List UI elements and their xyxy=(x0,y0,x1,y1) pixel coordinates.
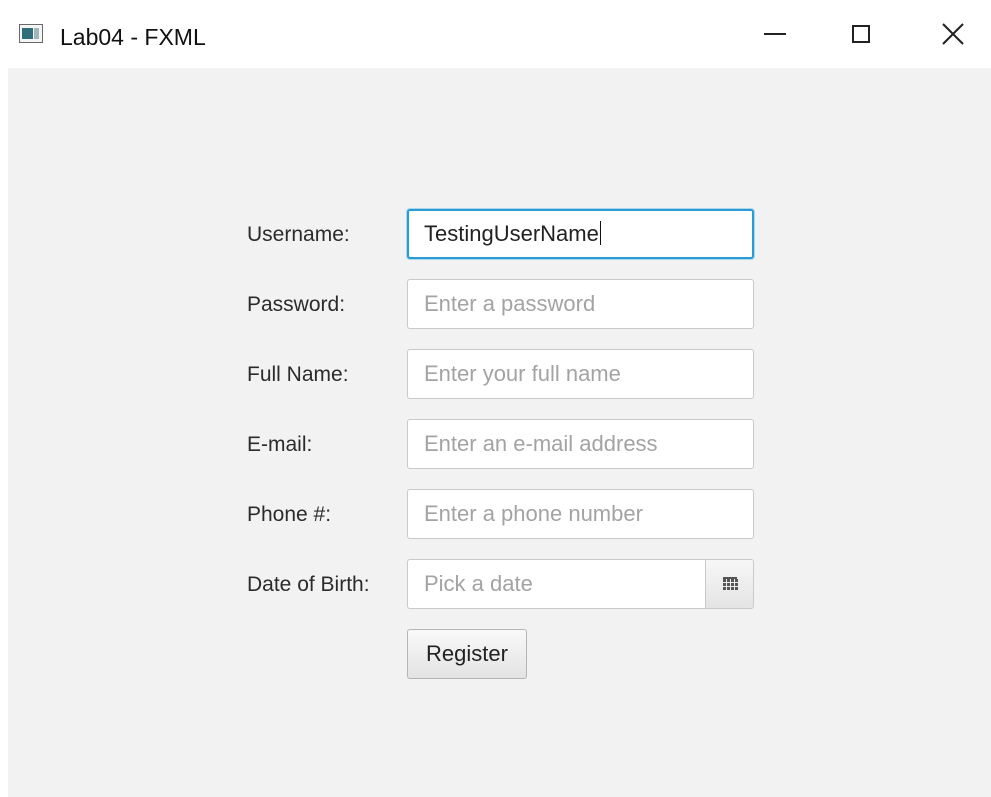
calendar-icon xyxy=(722,577,738,591)
maximize-button[interactable] xyxy=(815,0,907,68)
full-name-label: Full Name: xyxy=(247,363,349,386)
password-field[interactable]: Enter a password xyxy=(407,279,754,329)
minimize-icon xyxy=(764,33,786,35)
password-placeholder: Enter a password xyxy=(424,291,596,316)
date-of-birth-picker[interactable]: Pick a date xyxy=(407,559,754,609)
date-of-birth-label: Date of Birth: xyxy=(247,573,370,596)
phone-placeholder: Enter a phone number xyxy=(424,501,643,526)
register-button[interactable]: Register xyxy=(407,629,527,679)
full-name-field[interactable]: Enter your full name xyxy=(407,349,754,399)
date-of-birth-input[interactable]: Pick a date xyxy=(408,560,706,608)
full-name-placeholder: Enter your full name xyxy=(424,361,621,386)
phone-field[interactable]: Enter a phone number xyxy=(407,489,754,539)
minimize-button[interactable] xyxy=(729,0,821,68)
phone-label: Phone #: xyxy=(247,503,332,526)
application-window-icon xyxy=(19,24,43,43)
email-label: E-mail: xyxy=(247,433,313,456)
password-label: Password: xyxy=(247,293,346,316)
close-icon xyxy=(942,23,964,45)
title-bar[interactable]: Lab04 - FXML xyxy=(0,0,991,68)
username-value: TestingUserName xyxy=(424,221,599,246)
maximize-icon xyxy=(852,25,870,43)
window-title: Lab04 - FXML xyxy=(60,24,206,50)
username-label: Username: xyxy=(247,223,350,246)
email-field[interactable]: Enter an e-mail address xyxy=(407,419,754,469)
text-caret xyxy=(599,221,601,246)
calendar-button[interactable] xyxy=(705,560,753,608)
email-placeholder: Enter an e-mail address xyxy=(424,431,658,456)
close-button[interactable] xyxy=(907,0,991,68)
form-pane: Username: TestingUserName Password: Ente… xyxy=(8,68,991,797)
username-field[interactable]: TestingUserName xyxy=(407,209,754,259)
